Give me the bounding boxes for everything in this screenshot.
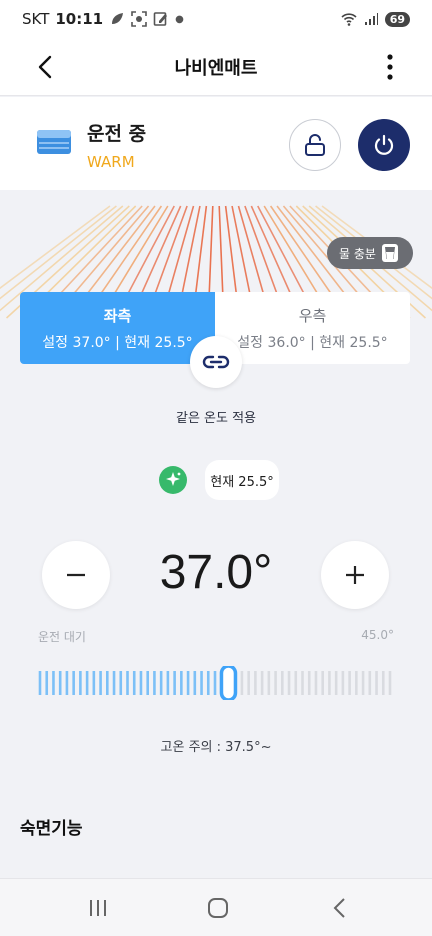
- system-back-button[interactable]: [320, 893, 360, 923]
- carrier: SKT: [22, 10, 50, 28]
- water-level-label: 물 충분: [339, 246, 376, 261]
- recents-button[interactable]: [78, 893, 118, 923]
- decrease-temp-button[interactable]: [42, 541, 110, 609]
- system-back-icon: [333, 898, 345, 918]
- unlock-icon: [305, 134, 325, 156]
- water-level-badge: 물 충분: [327, 237, 413, 269]
- tab-right-info: 설정 36.0° | 현재 25.5°: [237, 334, 388, 351]
- plus-icon: [346, 566, 364, 584]
- minus-icon: [67, 573, 85, 577]
- range-max-label: 45.0°: [361, 628, 394, 642]
- range-min-label: 운전 대기: [38, 630, 86, 644]
- link-sides-button[interactable]: [190, 336, 242, 388]
- home-button[interactable]: [198, 893, 238, 923]
- more-button[interactable]: [380, 50, 400, 84]
- tab-left-info: 설정 37.0° | 현재 25.5°: [42, 334, 193, 351]
- signal-icon: [364, 13, 378, 25]
- scan-icon: [131, 11, 147, 27]
- device-status: 운전 중: [87, 123, 147, 145]
- lock-button[interactable]: [289, 119, 341, 171]
- mattress-icon: [37, 130, 71, 154]
- battery-badge: 69: [384, 11, 410, 27]
- current-temp-chip: 현재 25.5°: [205, 460, 279, 500]
- sparkle-icon: [159, 466, 187, 494]
- system-nav-bar: [0, 878, 432, 936]
- recents-icon: [90, 900, 106, 916]
- status-bar: SKT 10:11 ● 69: [0, 0, 432, 38]
- edit-icon: [153, 12, 168, 26]
- tab-right-name: 우측: [298, 306, 327, 325]
- sleep-function-title: 숙면기능: [20, 819, 83, 839]
- same-temp-label: 같은 온도 적용: [175, 411, 257, 426]
- control-area: 물 충분 좌측 설정 37.0° | 현재 25.5° 우측 설정 36.0° …: [0, 190, 432, 878]
- wifi-icon: [341, 13, 357, 26]
- high-temp-caution: 고온 주의 : 37.5°~: [160, 740, 272, 755]
- clock: 10:11: [55, 10, 104, 28]
- back-arrow-icon: [38, 55, 52, 79]
- device-mode: WARM: [87, 153, 135, 171]
- cup-icon: [381, 244, 398, 262]
- slider-thumb[interactable]: [219, 666, 238, 700]
- power-button[interactable]: [358, 119, 410, 171]
- leaf-icon: [112, 13, 124, 24]
- tab-right[interactable]: 우측 설정 36.0° | 현재 25.5°: [215, 292, 410, 364]
- back-button[interactable]: [28, 50, 62, 84]
- home-icon: [208, 898, 228, 918]
- app-header: 나비엔매트: [0, 38, 432, 96]
- dot-icon: ●: [175, 13, 184, 25]
- tab-left-name: 좌측: [103, 306, 132, 325]
- increase-temp-button[interactable]: [321, 541, 389, 609]
- temperature-slider[interactable]: [38, 666, 392, 700]
- page-title: 나비엔매트: [174, 57, 258, 79]
- device-card: 운전 중 WARM: [0, 97, 432, 190]
- set-temperature: 37.0°: [159, 546, 273, 599]
- more-vertical-icon: [387, 54, 393, 80]
- link-icon: [202, 355, 230, 369]
- tab-left[interactable]: 좌측 설정 37.0° | 현재 25.5°: [20, 292, 215, 364]
- power-icon: [374, 134, 394, 155]
